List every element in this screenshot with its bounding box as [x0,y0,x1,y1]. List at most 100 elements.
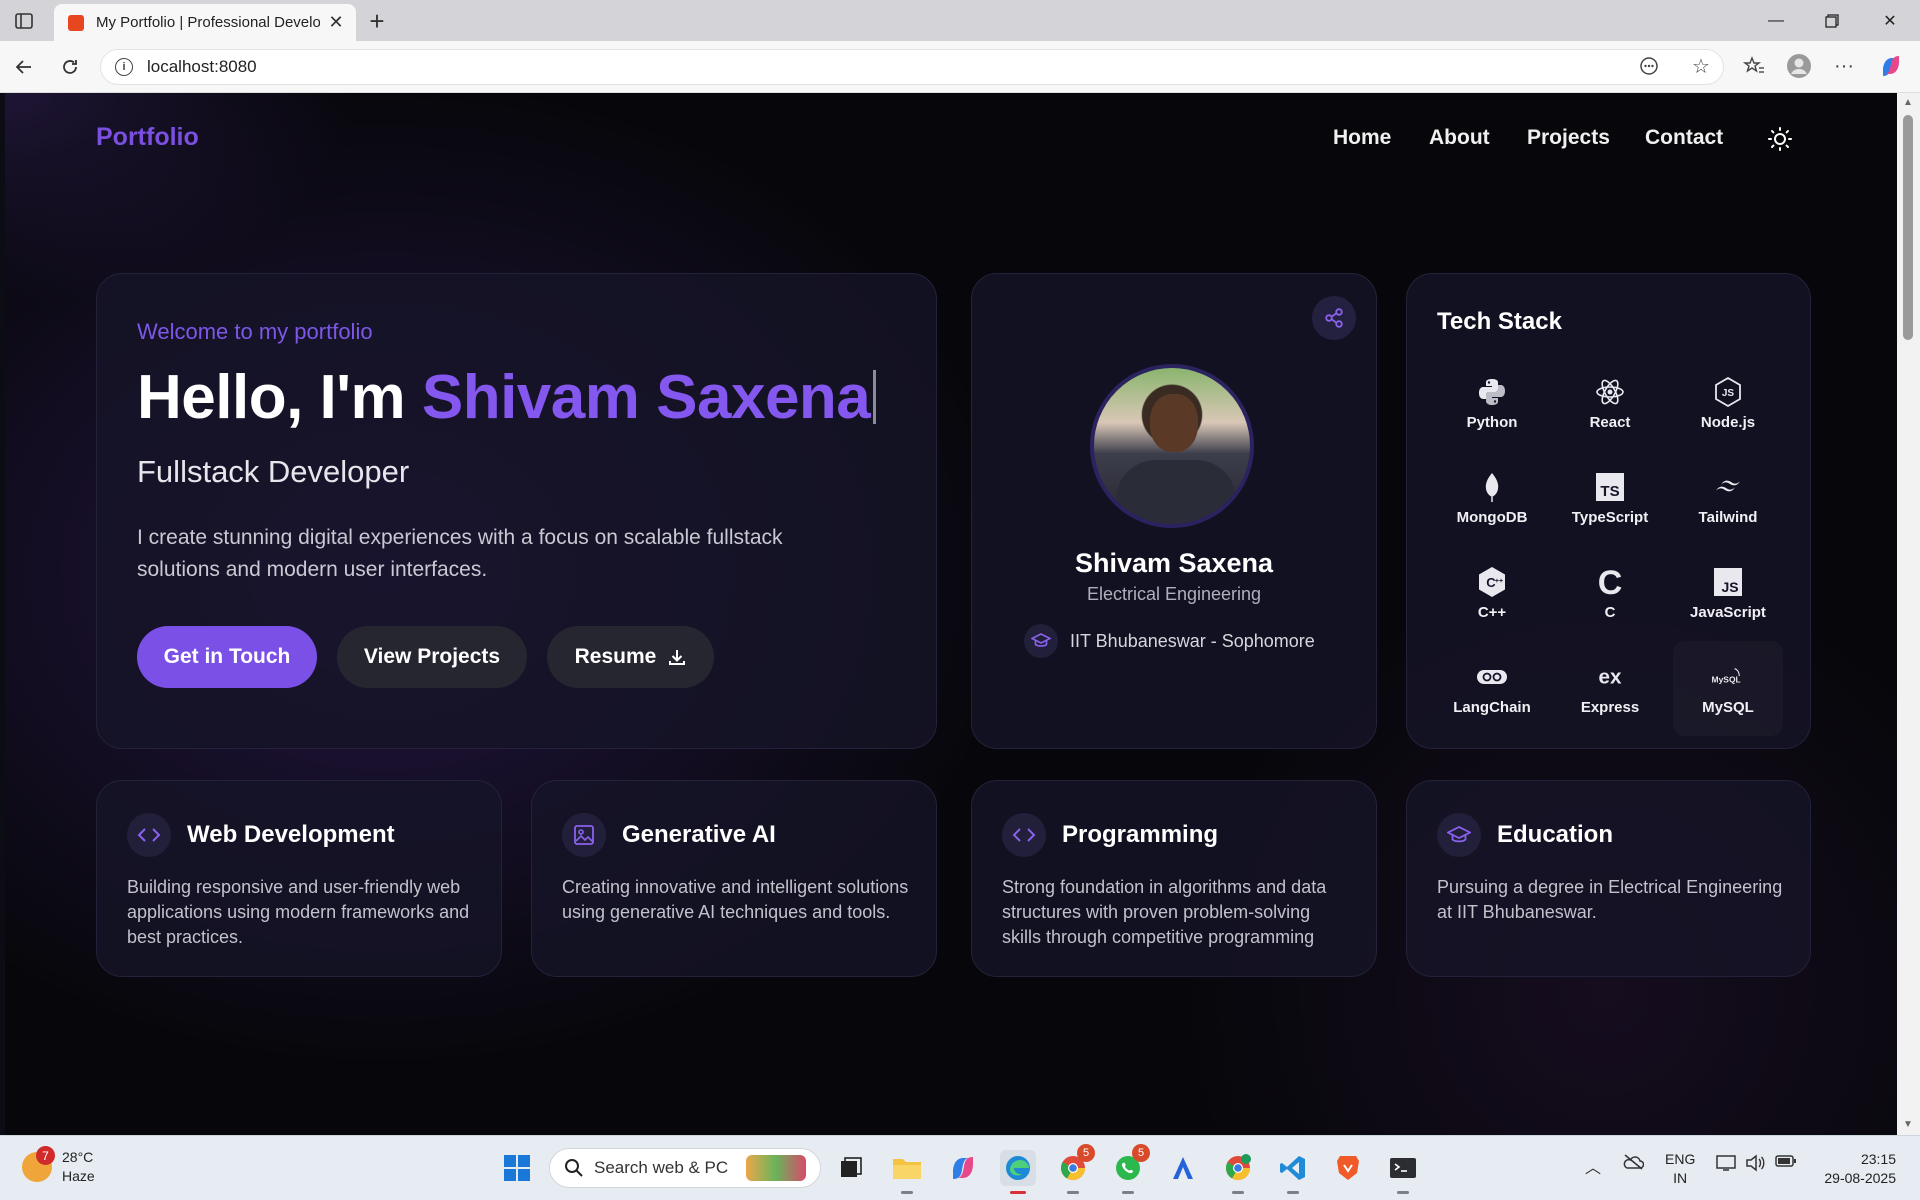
chrome-profile-icon[interactable] [1220,1150,1256,1194]
weather-widget[interactable]: 7 28°C Haze [22,1146,95,1186]
nav-home[interactable]: Home [1333,126,1391,150]
svg-text:TS: TS [1600,483,1619,500]
hero-role: Fullstack Developer [137,454,410,489]
clock-date: 29-08-2025 [1824,1170,1896,1186]
tech-stack-grid: Python React JS Node.js MongoDB TS TypeS… [1437,356,1791,736]
close-window-button[interactable]: ✕ [1870,7,1910,35]
refresh-icon[interactable] [56,53,84,81]
svg-text:JS: JS [1722,388,1735,399]
react-icon [1594,376,1626,408]
edge-browser-icon[interactable] [1000,1150,1036,1194]
tech-label: JavaScript [1690,604,1766,621]
scroll-thumb[interactable] [1903,115,1913,340]
nav-projects[interactable]: Projects [1527,126,1610,150]
feature-card-generative-ai: Generative AI Creating innovative and in… [531,780,937,977]
browser-tab[interactable]: My Portfolio | Professional Develo ✕ [54,4,356,41]
tech-item-typescript[interactable]: TS TypeScript [1555,451,1665,546]
copilot-icon[interactable] [1876,51,1906,81]
tech-label: MySQL [1702,699,1754,716]
tailwind-icon [1712,471,1744,503]
page-scrollbar[interactable]: ▲ ▼ [1897,93,1920,1135]
tab-title: My Portfolio | Professional Develo [96,14,320,31]
profile-avatar-icon[interactable] [1784,51,1814,81]
search-icon [565,1159,583,1177]
running-indicator [901,1191,913,1194]
tech-item-express[interactable]: ex Express [1555,641,1665,736]
hero-greeting: Hello, I'm [137,363,422,432]
more-options-icon[interactable]: ··· [1829,51,1859,81]
vscode-icon[interactable] [1275,1150,1311,1194]
hero-card: Welcome to my portfolio Hello, I'm Shiva… [96,273,937,749]
language-indicator[interactable]: ENG IN [1665,1150,1695,1188]
clock-time: 23:15 [1860,1151,1896,1167]
reader-icon[interactable] [1634,51,1664,81]
feature-card-education: Education Pursuing a degree in Electrica… [1406,780,1811,977]
tech-item-javascript[interactable]: JS JavaScript [1673,546,1783,641]
tab-close-icon[interactable]: ✕ [326,12,346,33]
favorite-star-icon[interactable]: ☆ [1686,51,1716,81]
task-view-icon[interactable] [833,1150,869,1186]
weather-desc: Haze [62,1168,95,1184]
tech-item-langchain[interactable]: LangChain [1437,641,1547,736]
sidebar-toggle-icon[interactable] [12,9,36,33]
feature-card-programming: Programming Strong foundation in algorit… [971,780,1377,977]
battery-icon[interactable] [1775,1154,1797,1173]
taskbar-search[interactable]: Search web & PC [549,1148,821,1188]
file-explorer-icon[interactable] [889,1150,925,1194]
restore-button[interactable] [1812,7,1852,35]
whatsapp-icon[interactable]: 5 [1110,1144,1150,1194]
tech-item-react[interactable]: React [1555,356,1665,451]
scroll-up-icon[interactable]: ▲ [1902,97,1914,109]
view-projects-label: View Projects [363,645,501,668]
chrome-icon[interactable]: 5 [1055,1144,1095,1194]
url-bar[interactable]: i localhost:8080 [100,49,1724,85]
terminal-icon[interactable] [1385,1150,1421,1194]
nodejs-icon: JS [1712,376,1744,408]
tech-label: Node.js [1700,414,1756,431]
translator-icon[interactable] [1165,1150,1201,1186]
favorites-icon[interactable] [1739,51,1769,81]
onedrive-icon[interactable] [1622,1154,1645,1175]
tech-item-python[interactable]: Python [1437,356,1547,451]
tech-item-nodejs[interactable]: JS Node.js [1673,356,1783,451]
volume-icon[interactable] [1745,1154,1765,1177]
taskbar-clock[interactable]: 23:15 29-08-2025 [1816,1150,1896,1188]
brave-icon[interactable] [1330,1150,1366,1186]
tray-overflow-icon[interactable]: ︿ [1585,1154,1601,1178]
nav-about[interactable]: About [1429,126,1490,150]
get-in-touch-button[interactable]: Get in Touch [137,626,317,688]
tech-item-cpp[interactable]: C ++ C++ [1437,546,1547,641]
weather-badge: 7 [36,1146,55,1165]
profile-name: Shivam Saxena [1074,548,1274,578]
mysql-icon: MySQL [1712,661,1744,693]
share-icon[interactable] [1312,296,1356,340]
new-tab-button[interactable]: + [364,6,390,36]
scroll-down-icon[interactable]: ▼ [1902,1119,1914,1131]
back-icon[interactable] [10,53,38,81]
page-viewport: Portfolio Home About Projects Contact We… [5,93,1897,1135]
tech-item-c[interactable]: C C [1555,546,1665,641]
tech-item-tailwind[interactable]: Tailwind [1673,451,1783,546]
tech-item-mongodb[interactable]: MongoDB [1437,451,1547,546]
school-text: IIT Bhubaneswar - Sophomore [1070,630,1315,651]
tech-item-mysql[interactable]: MySQL MySQL [1673,641,1783,736]
feature-description: Building responsive and user-friendly we… [127,877,470,947]
svg-text:MySQL: MySQL [1712,675,1741,685]
feature-description: Pursuing a degree in Electrical Engineer… [1437,877,1783,922]
cpp-icon: C ++ [1476,566,1508,598]
minimize-button[interactable]: — [1756,7,1796,35]
mongodb-icon [1476,471,1508,503]
windows-start-icon[interactable] [499,1150,535,1186]
nav-contact[interactable]: Contact [1645,126,1723,150]
view-projects-button[interactable]: View Projects [337,626,527,688]
brand-logo[interactable]: Portfolio [96,123,199,152]
copilot-app-icon[interactable] [945,1150,981,1186]
resume-button[interactable]: Resume [547,626,714,688]
theme-toggle-sun-icon[interactable] [1767,126,1793,152]
code-icon [1002,813,1046,857]
tech-label: React [1589,414,1631,431]
site-info-icon[interactable]: i [115,58,133,76]
running-indicator [1232,1191,1244,1194]
network-icon[interactable] [1716,1154,1736,1177]
tab-favicon-icon [68,14,84,31]
